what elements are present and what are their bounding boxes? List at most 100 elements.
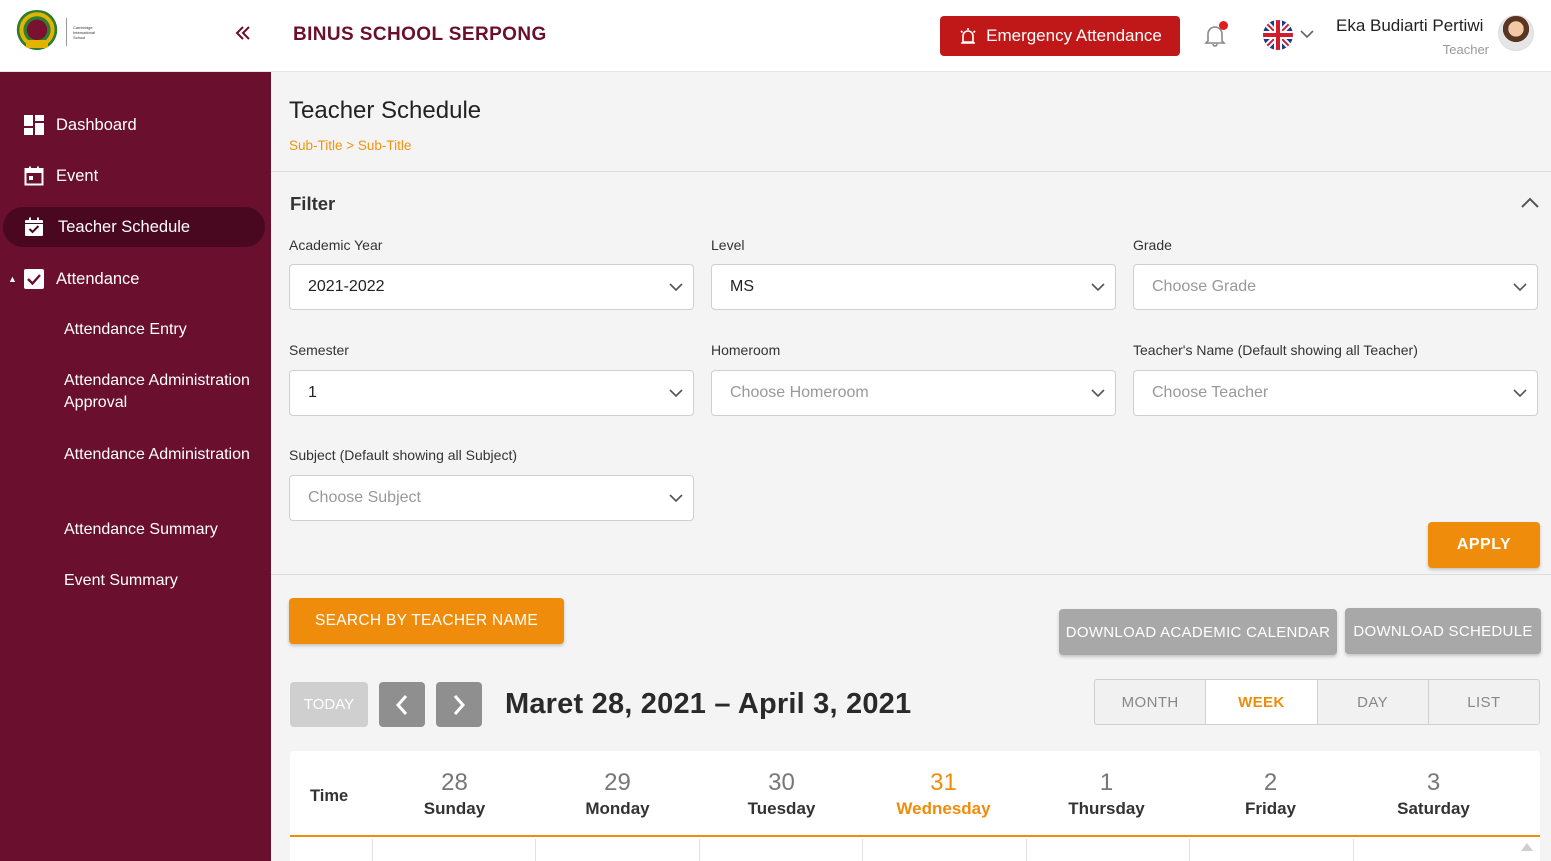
grid-column-line (862, 839, 863, 861)
sidebar-item-event[interactable]: Event (0, 156, 271, 196)
calendar-icon (24, 166, 44, 186)
view-day-button[interactable]: DAY (1318, 680, 1429, 724)
top-bar: Cambridge International School BINUS SCH… (0, 0, 1551, 72)
user-role: Teacher (1442, 42, 1489, 57)
day-header-sunday[interactable]: 28 Sunday (373, 769, 536, 819)
breadcrumb[interactable]: Sub-Title > Sub-Title (289, 138, 411, 153)
subject-placeholder: Choose Subject (308, 489, 421, 506)
next-week-button[interactable] (436, 682, 482, 727)
search-by-teacher-name-button[interactable]: SEARCH BY TEACHER NAME (289, 598, 564, 644)
download-academic-calendar-button[interactable]: DOWNLOAD ACADEMIC CALENDAR (1059, 609, 1337, 655)
chevron-left-icon (395, 694, 408, 715)
language-dropdown-chevron[interactable] (1300, 26, 1314, 42)
grid-column-line (535, 839, 536, 861)
view-month-button[interactable]: MONTH (1095, 680, 1207, 724)
filter-title: Filter (290, 193, 336, 214)
sidebar-item-label: Dashboard (56, 115, 137, 134)
sidebar-item-dashboard[interactable]: Dashboard (0, 105, 271, 145)
school-logo[interactable]: Cambridge International School (14, 10, 104, 54)
sidebar-collapse-button[interactable] (234, 22, 252, 48)
today-button[interactable]: TODAY (290, 682, 368, 727)
siren-icon (960, 28, 976, 44)
double-chevron-left-icon (235, 26, 250, 40)
school-crest-icon (14, 10, 60, 54)
grade-select[interactable]: Choose Grade (1133, 264, 1538, 310)
academic-year-select[interactable]: 2021-2022 (289, 264, 694, 310)
chevron-up-icon[interactable] (1519, 195, 1541, 211)
sidebar-subitem-attendance-summary[interactable]: Attendance Summary (64, 519, 264, 541)
homeroom-placeholder: Choose Homeroom (730, 384, 869, 401)
calendar-check-icon (24, 217, 44, 237)
grade-placeholder: Choose Grade (1152, 278, 1257, 295)
day-name: Tuesday (747, 799, 816, 818)
sidebar-item-label: Teacher Schedule (58, 217, 191, 236)
day-name: Saturday (1397, 799, 1470, 818)
day-name: Monday (585, 799, 650, 818)
calendar-view-switch: MONTH WEEK DAY LIST (1094, 679, 1540, 725)
sidebar-item-attendance[interactable]: ▲ Attendance (0, 259, 271, 299)
subject-select[interactable]: Choose Subject (289, 475, 694, 521)
day-header-monday[interactable]: 29 Monday (536, 769, 699, 819)
teacher-placeholder: Choose Teacher (1152, 384, 1269, 401)
school-name: BINUS SCHOOL SERPONG (293, 24, 547, 45)
level-select[interactable]: MS (711, 264, 1116, 310)
notification-badge (1219, 21, 1228, 30)
day-number: 2 (1263, 769, 1278, 796)
grid-column-line (372, 839, 373, 861)
user-name[interactable]: Eka Budiarti Pertiwi (1336, 16, 1483, 36)
chevron-down-icon (1091, 283, 1105, 292)
download-schedule-button[interactable]: DOWNLOAD SCHEDULE (1345, 608, 1541, 654)
previous-week-button[interactable] (379, 682, 425, 727)
page-title: Teacher Schedule (289, 97, 482, 124)
scroll-up-arrow-icon[interactable] (1520, 840, 1534, 852)
expand-triangle-icon: ▲ (8, 274, 17, 284)
day-header-thursday[interactable]: 1 Thursday (1025, 769, 1188, 819)
teacher-select[interactable]: Choose Teacher (1133, 370, 1538, 416)
day-name: Friday (1244, 799, 1297, 818)
day-name: Thursday (1068, 799, 1145, 818)
checkbox-icon (24, 269, 44, 289)
day-header-wednesday[interactable]: 31 Wednesday (862, 769, 1025, 819)
view-list-button[interactable]: LIST (1429, 680, 1539, 724)
sidebar-subitem-event-summary[interactable]: Event Summary (64, 570, 264, 592)
calendar-week-view: Time 28 Sunday 29 Monday 30 Tuesday 31 W… (290, 751, 1540, 861)
apply-filter-button[interactable]: APPLY (1428, 522, 1540, 568)
sidebar-item-teacher-schedule[interactable]: Teacher Schedule (3, 207, 265, 247)
semester-label: Semester (289, 342, 349, 358)
chevron-down-icon (1513, 389, 1527, 398)
chevron-right-icon (453, 694, 466, 715)
chevron-down-icon (1091, 389, 1105, 398)
sidebar-subitem-attendance-entry[interactable]: Attendance Entry (64, 319, 264, 341)
level-label: Level (711, 237, 745, 253)
day-name: Wednesday (896, 799, 991, 818)
sidebar-subitem-attendance-administration[interactable]: Attendance Administration (64, 444, 264, 466)
emergency-attendance-button[interactable]: Emergency Attendance (940, 16, 1180, 56)
day-name: Sunday (423, 799, 486, 818)
day-header-tuesday[interactable]: 30 Tuesday (700, 769, 863, 819)
logo-caption: Cambridge International School (73, 24, 96, 40)
chevron-down-icon (669, 494, 683, 503)
day-number: 30 (768, 769, 795, 796)
semester-select[interactable]: 1 (289, 370, 694, 416)
chevron-down-icon (1300, 30, 1314, 39)
semester-value: 1 (308, 384, 317, 401)
chevron-down-icon (669, 283, 683, 292)
grid-column-line (1189, 839, 1190, 861)
chevron-down-icon (669, 389, 683, 398)
day-number: 31 (930, 769, 957, 796)
homeroom-select[interactable]: Choose Homeroom (711, 370, 1116, 416)
sidebar-subitem-attendance-administration-approval[interactable]: Attendance Administration Approval (64, 370, 264, 414)
sidebar: Dashboard Event Teacher Schedule ▲ Atten… (0, 72, 271, 861)
day-header-saturday[interactable]: 3 Saturday (1352, 769, 1515, 819)
grade-label: Grade (1133, 237, 1172, 253)
teacher-name-label: Teacher's Name (Default showing all Teac… (1133, 342, 1418, 358)
emergency-attendance-label: Emergency Attendance (986, 26, 1162, 45)
day-number: 1 (1099, 769, 1114, 796)
filter-divider (271, 574, 1551, 575)
view-week-button[interactable]: WEEK (1206, 680, 1318, 724)
user-avatar[interactable] (1498, 15, 1534, 51)
academic-year-value: 2021-2022 (308, 278, 385, 295)
uk-flag-icon[interactable] (1263, 20, 1293, 50)
day-header-friday[interactable]: 2 Friday (1189, 769, 1352, 819)
sidebar-item-label: Event (56, 166, 99, 185)
